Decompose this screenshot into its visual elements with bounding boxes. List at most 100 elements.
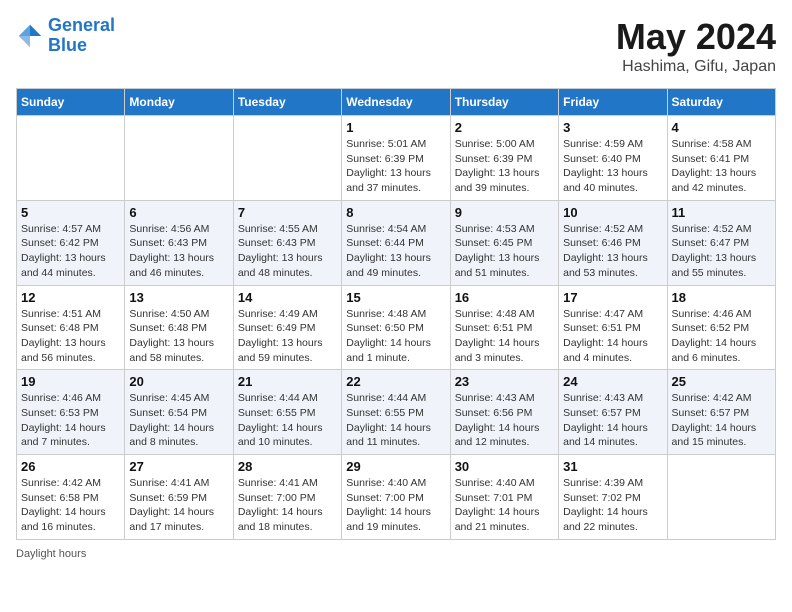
calendar-cell: 27 Sunrise: 4:41 AMSunset: 6:59 PMDayligh… [125,455,233,540]
day-number: 3 [563,120,662,135]
calendar-cell: 16 Sunrise: 4:48 AMSunset: 6:51 PMDayligh… [450,285,558,370]
day-info: Sunrise: 4:44 AMSunset: 6:55 PMDaylight:… [346,391,445,450]
calendar-cell: 6Sunrise: 4:56 AMSunset: 6:43 PMDaylight… [125,200,233,285]
calendar-cell: 18Sunrise: 4:46 AMSunset: 6:52 PMDayligh… [667,285,775,370]
day-info: Sunrise: 4:43 AMSunset: 6:57 PMDaylight:… [563,391,662,450]
calendar-cell: 4 Sunrise: 4:58 AMSunset: 6:41 PMDaylight… [667,116,775,201]
month-title: May 2024 [616,16,776,58]
day-number: 10 [563,205,662,220]
calendar-cell: 14Sunrise: 4:49 AMSunset: 6:49 PMDayligh… [233,285,341,370]
day-number: 28 [238,459,337,474]
day-number: 4 [672,120,771,135]
calendar-cell: 9 Sunrise: 4:53 AMSunset: 6:45 PMDaylight… [450,200,558,285]
calendar-cell: 13 Sunrise: 4:50 AMSunset: 6:48 PMDayligh… [125,285,233,370]
calendar-table: SundayMondayTuesdayWednesdayThursdayFrid… [16,88,776,540]
calendar-cell: 15 Sunrise: 4:48 AMSunset: 6:50 PMDayligh… [342,285,450,370]
calendar-cell: 10 Sunrise: 4:52 AMSunset: 6:46 PMDayligh… [559,200,667,285]
day-info: Sunrise: 4:48 AMSunset: 6:50 PMDaylight:… [346,307,445,366]
day-number: 24 [563,374,662,389]
day-info: Sunrise: 4:45 AMSunset: 6:54 PMDaylight:… [129,391,228,450]
dow-header-saturday: Saturday [667,89,775,116]
day-number: 31 [563,459,662,474]
calendar-cell: 19 Sunrise: 4:46 AMSunset: 6:53 PMDayligh… [17,370,125,455]
location: Hashima, Gifu, Japan [616,58,776,76]
day-number: 27 [129,459,228,474]
page-header: General Blue May 2024 Hashima, Gifu, Jap… [16,16,776,76]
day-info: Sunrise: 4:59 AMSunset: 6:40 PMDaylight:… [563,137,662,196]
calendar-cell: 8 Sunrise: 4:54 AMSunset: 6:44 PMDaylight… [342,200,450,285]
calendar-cell: 31 Sunrise: 4:39 AMSunset: 7:02 PMDayligh… [559,455,667,540]
header-row: SundayMondayTuesdayWednesdayThursdayFrid… [17,89,776,116]
day-info: Sunrise: 4:57 AMSunset: 6:42 PMDaylight:… [21,222,120,281]
calendar-cell: 2Sunrise: 5:00 AMSunset: 6:39 PMDaylight… [450,116,558,201]
calendar-cell: 26 Sunrise: 4:42 AMSunset: 6:58 PMDayligh… [17,455,125,540]
day-number: 16 [455,290,554,305]
logo-blue: Blue [48,35,87,55]
day-info: Sunrise: 4:43 AMSunset: 6:56 PMDaylight:… [455,391,554,450]
calendar-cell: 1 Sunrise: 5:01 AMSunset: 6:39 PMDaylight… [342,116,450,201]
calendar-cell: 28Sunrise: 4:41 AMSunset: 7:00 PMDayligh… [233,455,341,540]
day-number: 26 [21,459,120,474]
day-number: 12 [21,290,120,305]
day-info: Sunrise: 4:42 AMSunset: 6:58 PMDaylight:… [21,476,120,535]
calendar-cell: 12 Sunrise: 4:51 AMSunset: 6:48 PMDayligh… [17,285,125,370]
day-number: 30 [455,459,554,474]
day-number: 7 [238,205,337,220]
day-number: 8 [346,205,445,220]
footer-daylight: Daylight hours [16,548,776,560]
day-number: 20 [129,374,228,389]
week-row-5: 26 Sunrise: 4:42 AMSunset: 6:58 PMDayligh… [17,455,776,540]
week-row-4: 19 Sunrise: 4:46 AMSunset: 6:53 PMDayligh… [17,370,776,455]
day-number: 25 [672,374,771,389]
dow-header-tuesday: Tuesday [233,89,341,116]
day-info: Sunrise: 4:53 AMSunset: 6:45 PMDaylight:… [455,222,554,281]
logo: General Blue [16,16,115,56]
day-info: Sunrise: 4:48 AMSunset: 6:51 PMDaylight:… [455,307,554,366]
day-number: 17 [563,290,662,305]
day-info: Sunrise: 4:41 AMSunset: 6:59 PMDaylight:… [129,476,228,535]
day-info: Sunrise: 4:51 AMSunset: 6:48 PMDaylight:… [21,307,120,366]
day-number: 29 [346,459,445,474]
day-info: Sunrise: 4:44 AMSunset: 6:55 PMDaylight:… [238,391,337,450]
day-number: 11 [672,205,771,220]
day-number: 2 [455,120,554,135]
day-info: Sunrise: 5:01 AMSunset: 6:39 PMDaylight:… [346,137,445,196]
logo-icon [16,22,44,50]
day-info: Sunrise: 4:40 AMSunset: 7:01 PMDaylight:… [455,476,554,535]
day-info: Sunrise: 4:49 AMSunset: 6:49 PMDaylight:… [238,307,337,366]
day-number: 9 [455,205,554,220]
calendar-cell: 3 Sunrise: 4:59 AMSunset: 6:40 PMDaylight… [559,116,667,201]
day-number: 19 [21,374,120,389]
day-info: Sunrise: 4:50 AMSunset: 6:48 PMDaylight:… [129,307,228,366]
calendar-cell: 21Sunrise: 4:44 AMSunset: 6:55 PMDayligh… [233,370,341,455]
day-info: Sunrise: 4:39 AMSunset: 7:02 PMDaylight:… [563,476,662,535]
calendar-cell: 29 Sunrise: 4:40 AMSunset: 7:00 PMDayligh… [342,455,450,540]
day-number: 5 [21,205,120,220]
day-info: Sunrise: 4:46 AMSunset: 6:53 PMDaylight:… [21,391,120,450]
day-info: Sunrise: 4:52 AMSunset: 6:46 PMDaylight:… [563,222,662,281]
dow-header-wednesday: Wednesday [342,89,450,116]
day-info: Sunrise: 4:40 AMSunset: 7:00 PMDaylight:… [346,476,445,535]
day-info: Sunrise: 4:58 AMSunset: 6:41 PMDaylight:… [672,137,771,196]
calendar-cell: 17 Sunrise: 4:47 AMSunset: 6:51 PMDayligh… [559,285,667,370]
calendar-cell: 24 Sunrise: 4:43 AMSunset: 6:57 PMDayligh… [559,370,667,455]
calendar-cell [233,116,341,201]
dow-header-thursday: Thursday [450,89,558,116]
day-info: Sunrise: 4:54 AMSunset: 6:44 PMDaylight:… [346,222,445,281]
day-number: 1 [346,120,445,135]
day-number: 15 [346,290,445,305]
dow-header-monday: Monday [125,89,233,116]
day-number: 13 [129,290,228,305]
title-block: May 2024 Hashima, Gifu, Japan [616,16,776,76]
day-info: Sunrise: 4:47 AMSunset: 6:51 PMDaylight:… [563,307,662,366]
calendar-cell: 23Sunrise: 4:43 AMSunset: 6:56 PMDayligh… [450,370,558,455]
calendar-cell: 30 Sunrise: 4:40 AMSunset: 7:01 PMDayligh… [450,455,558,540]
calendar-cell: 22Sunrise: 4:44 AMSunset: 6:55 PMDayligh… [342,370,450,455]
calendar-cell [125,116,233,201]
week-row-1: 1 Sunrise: 5:01 AMSunset: 6:39 PMDaylight… [17,116,776,201]
day-info: Sunrise: 4:55 AMSunset: 6:43 PMDaylight:… [238,222,337,281]
day-info: Sunrise: 4:52 AMSunset: 6:47 PMDaylight:… [672,222,771,281]
calendar-cell: 25Sunrise: 4:42 AMSunset: 6:57 PMDayligh… [667,370,775,455]
calendar-cell: 20 Sunrise: 4:45 AMSunset: 6:54 PMDayligh… [125,370,233,455]
day-info: Sunrise: 4:46 AMSunset: 6:52 PMDaylight:… [672,307,771,366]
